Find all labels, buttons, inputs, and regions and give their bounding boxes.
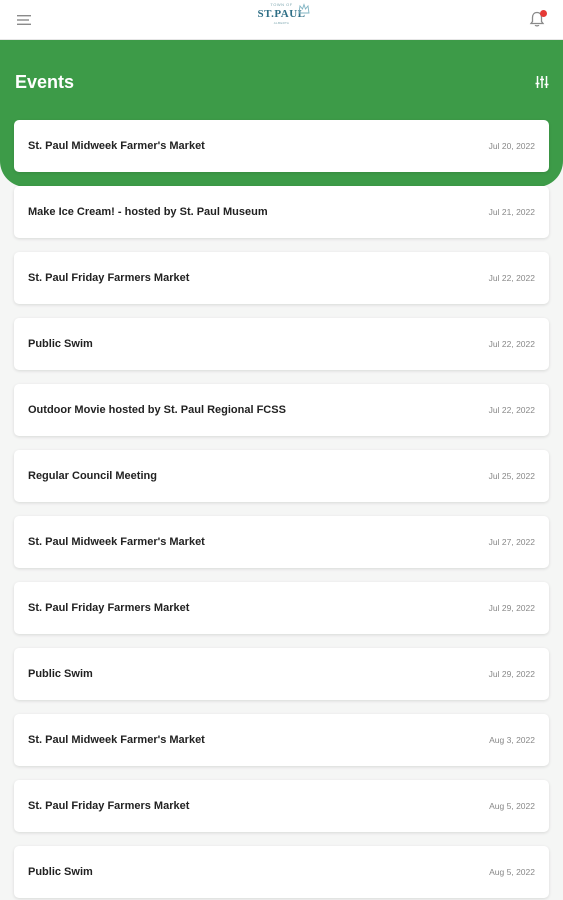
filter-button[interactable] [532,72,552,92]
event-card[interactable]: St. Paul Midweek Farmer's Market Aug 3, … [14,714,549,766]
event-date: Jul 22, 2022 [488,339,535,349]
town-logo: TOWN OF ST.PAUL ALBERTA [257,2,310,25]
event-date: Jul 25, 2022 [488,471,535,481]
notification-badge [540,9,547,17]
event-title: Outdoor Movie hosted by St. Paul Regiona… [28,404,286,416]
event-date: Jul 29, 2022 [488,669,535,679]
hamburger-menu-icon [17,14,31,25]
event-card[interactable]: St. Paul Friday Farmers Market Jul 22, 2… [14,252,549,304]
event-card[interactable]: St. Paul Friday Farmers Market Jul 29, 2… [14,582,549,634]
sliders-icon [535,76,549,88]
event-date: Jul 27, 2022 [488,537,535,547]
event-date: Aug 5, 2022 [489,801,535,811]
event-date: Jul 22, 2022 [488,273,535,283]
event-title: Public Swim [28,866,93,878]
event-title: St. Paul Midweek Farmer's Market [28,734,205,746]
top-app-bar: TOWN OF ST.PAUL ALBERTA [0,0,563,40]
page-title: Events [15,72,75,92]
logo-top-text: TOWN OF [270,2,293,7]
event-title: St. Paul Friday Farmers Market [28,602,190,614]
event-date: Jul 22, 2022 [488,405,535,415]
event-title: Regular Council Meeting [28,470,157,482]
event-title: St. Paul Friday Farmers Market [28,800,190,812]
event-card[interactable]: St. Paul Midweek Farmer's Market Jul 20,… [14,120,549,172]
event-date: Jul 21, 2022 [488,207,535,217]
event-card[interactable]: Make Ice Cream! - hosted by St. Paul Mus… [14,186,549,238]
logo-bottom-text: ALBERTA [273,21,290,25]
event-date: Aug 3, 2022 [489,735,535,745]
event-card[interactable]: Public Swim Aug 5, 2022 [14,846,549,898]
event-date: Jul 29, 2022 [488,603,535,613]
event-title: Make Ice Cream! - hosted by St. Paul Mus… [28,206,268,218]
menu-button[interactable] [14,9,36,31]
event-card[interactable]: Public Swim Jul 29, 2022 [14,648,549,700]
event-date: Aug 5, 2022 [489,867,535,877]
event-date: Jul 20, 2022 [488,141,535,151]
events-list: St. Paul Midweek Farmer's Market Jul 20,… [14,120,549,900]
event-title: St. Paul Friday Farmers Market [28,272,190,284]
event-card[interactable]: Public Swim Jul 22, 2022 [14,318,549,370]
notifications-button[interactable] [525,8,549,32]
event-title: St. Paul Midweek Farmer's Market [28,140,205,152]
event-title: St. Paul Midweek Farmer's Market [28,536,205,548]
event-card[interactable]: Regular Council Meeting Jul 25, 2022 [14,450,549,502]
crown-icon [297,3,310,14]
event-card[interactable]: St. Paul Friday Farmers Market Aug 5, 20… [14,780,549,832]
event-card[interactable]: St. Paul Midweek Farmer's Market Jul 27,… [14,516,549,568]
event-card[interactable]: Outdoor Movie hosted by St. Paul Regiona… [14,384,549,436]
event-title: Public Swim [28,338,93,350]
event-title: Public Swim [28,668,93,680]
